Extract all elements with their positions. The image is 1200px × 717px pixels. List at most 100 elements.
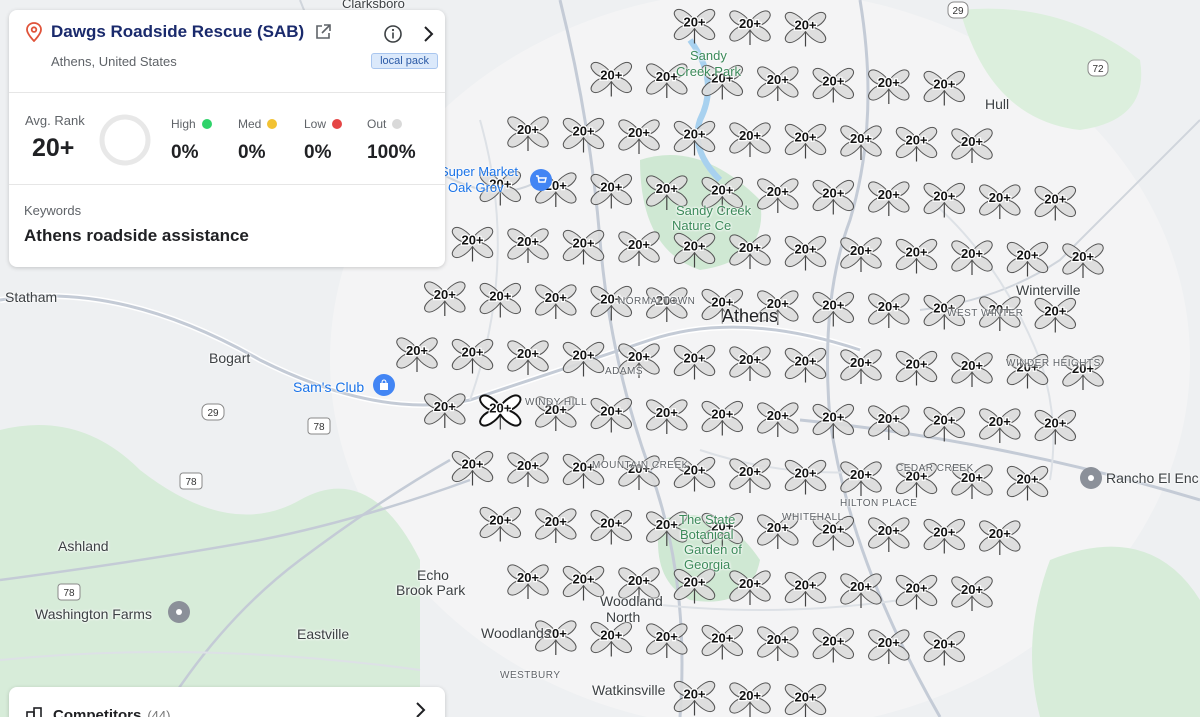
rank-pin-label: 20+	[933, 637, 955, 652]
keywords-label: Keywords	[24, 203, 82, 218]
svg-text:78: 78	[313, 422, 325, 433]
rank-pin-label: 20+	[878, 187, 900, 202]
place-label: Winterville	[1016, 282, 1081, 298]
rank-pin-label: 20+	[600, 628, 622, 643]
place-label: Eastville	[297, 626, 350, 642]
info-icon[interactable]	[383, 24, 403, 44]
rank-pin[interactable]: 20+	[479, 394, 522, 430]
rank-pin-label: 20+	[933, 77, 955, 92]
shopping-cart-icon[interactable]	[530, 169, 552, 191]
keyword-value[interactable]: Athens roadside assistance	[24, 226, 430, 246]
rank-pin-label: 20+	[850, 131, 872, 146]
route-shield: 78	[179, 472, 203, 490]
rank-pin-label: 20+	[656, 69, 678, 84]
rank-pin-label: 20+	[989, 190, 1011, 205]
out-value: 100%	[367, 142, 416, 163]
shopping-bag-icon[interactable]	[373, 374, 395, 396]
location-pin-icon[interactable]	[1080, 467, 1102, 489]
rank-pin-label: 20+	[1072, 249, 1094, 264]
rank-pin-label: 20+	[406, 343, 428, 358]
rank-pin-label: 20+	[683, 127, 705, 142]
rank-pin-label: 20+	[1044, 416, 1066, 431]
rank-pin-label: 20+	[656, 517, 678, 532]
place-label: Nature Ce	[672, 218, 732, 233]
avg-rank-label: Avg. Rank	[25, 113, 85, 128]
rank-pin-label: 20+	[517, 458, 539, 473]
out-label: Out	[367, 117, 403, 131]
business-name[interactable]: Dawgs Roadside Rescue (SAB)	[51, 22, 304, 42]
rank-pin-label: 20+	[878, 75, 900, 90]
rank-pin-label: 20+	[739, 688, 761, 703]
rank-pin-label: 20+	[711, 183, 733, 198]
med-value: 0%	[238, 142, 266, 163]
place-label: Winder Heights	[1006, 358, 1101, 369]
rank-pin-label: 20+	[739, 576, 761, 591]
rank-pin-label: 20+	[461, 345, 483, 360]
rank-pin-label: 20+	[989, 414, 1011, 429]
competitors-panel[interactable]: Competitors (44)	[9, 687, 445, 717]
rank-pin-label: 20+	[822, 74, 844, 89]
rank-pin-label: 20+	[711, 631, 733, 646]
rank-pin-label: 20+	[933, 525, 955, 540]
place-label: North	[606, 609, 641, 625]
place-label: Oak Grov	[448, 180, 504, 195]
rank-pin-label: 20+	[794, 690, 816, 705]
svg-text:72: 72	[1092, 64, 1104, 75]
med-dot	[267, 119, 278, 129]
rank-pin-label: 20+	[905, 133, 927, 148]
place-label: Ashland	[58, 538, 109, 554]
svg-text:78: 78	[185, 477, 197, 488]
low-dot	[332, 119, 343, 129]
route-shield: 72	[1087, 59, 1109, 77]
rank-pin-label: 20+	[545, 290, 567, 305]
rank-pin-label: 20+	[683, 15, 705, 30]
rank-pin-label: 20+	[489, 289, 511, 304]
rank-pin-label: 20+	[600, 404, 622, 419]
chevron-right-icon[interactable]	[421, 25, 435, 43]
location-pin-icon[interactable]	[168, 601, 190, 623]
place-label: West Winter	[947, 308, 1024, 319]
rank-pin-label: 20+	[600, 68, 622, 83]
rank-pin-label: 20+	[933, 413, 955, 428]
rank-pin-label: 20+	[878, 635, 900, 650]
rank-pin-label: 20+	[489, 513, 511, 528]
rank-stats: Avg. Rank 20+ High 0% Med 0% Low 0% Out …	[9, 93, 445, 185]
rank-pin-label: 20+	[822, 410, 844, 425]
place-label: Creek Park	[676, 64, 742, 79]
high-dot	[201, 119, 212, 129]
place-label: Georgia	[684, 557, 731, 572]
rank-pin-label: 20+	[794, 242, 816, 257]
rank-pin-label: 20+	[878, 411, 900, 426]
rank-pin-label: 20+	[767, 72, 789, 87]
place-label: Super Market	[440, 164, 519, 179]
rank-ring	[99, 114, 151, 166]
place-label: Adams	[605, 366, 644, 377]
rank-pin-label: 20+	[628, 349, 650, 364]
rank-pin-label: 20+	[961, 358, 983, 373]
route-shield: 78	[307, 417, 331, 435]
rank-pin-label: 20+	[600, 180, 622, 195]
place-label: Sandy	[690, 48, 727, 63]
place-label: Whitehall	[782, 512, 844, 523]
rank-pin-label: 20+	[878, 299, 900, 314]
rank-pin-label: 20+	[850, 467, 872, 482]
place-label: Brook Park	[396, 582, 466, 598]
rank-pin-label: 20+	[683, 239, 705, 254]
rank-pin-label: 20+	[683, 351, 705, 366]
external-link-icon[interactable]	[314, 23, 332, 41]
rank-pin-label: 20+	[1044, 304, 1066, 319]
location-pin-icon	[25, 22, 43, 42]
rank-pin-label: 20+	[794, 354, 816, 369]
rank-pin-label: 20+	[850, 243, 872, 258]
rank-pin-label: 20+	[878, 523, 900, 538]
chevron-right-icon[interactable]	[413, 701, 427, 717]
place-label: Westbury	[500, 670, 561, 681]
place-label: Echo	[417, 567, 449, 583]
rank-pin-label: 20+	[933, 189, 955, 204]
competitors-label: Competitors	[53, 706, 142, 717]
med-label: Med	[238, 117, 278, 131]
business-info-card: Dawgs Roadside Rescue (SAB) Athens, Unit…	[9, 10, 445, 267]
rank-pin-label: 20+	[1044, 192, 1066, 207]
rank-pin-label: 20+	[683, 575, 705, 590]
place-label: Woodland	[600, 593, 663, 609]
